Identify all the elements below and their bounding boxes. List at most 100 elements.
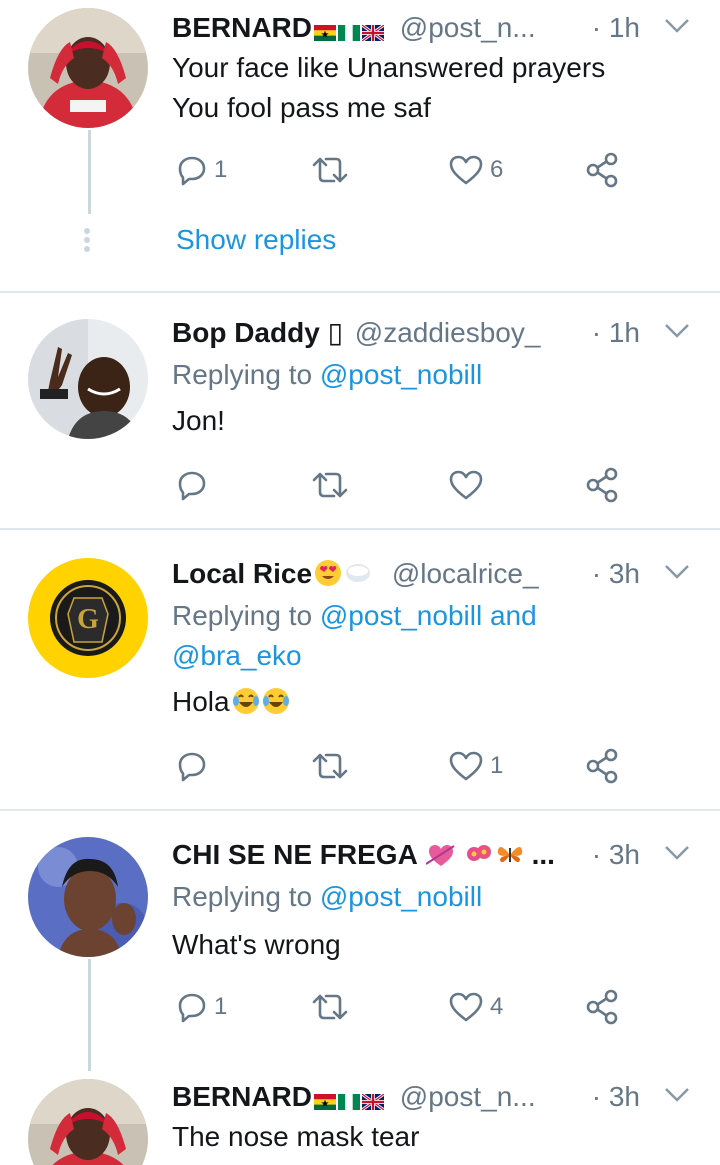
chevron-down-icon[interactable] <box>664 16 690 36</box>
chevron-down-icon[interactable] <box>664 1085 690 1105</box>
reply-icon <box>178 993 206 1023</box>
like-count: 1 <box>490 752 504 779</box>
chevron-down-icon[interactable] <box>664 321 690 341</box>
share-icon <box>586 152 618 188</box>
reply-icon <box>178 156 206 186</box>
reply-count: 1 <box>214 993 228 1020</box>
heart-arrow-emoji-icon <box>425 839 456 879</box>
share-button[interactable] <box>584 746 620 786</box>
like-button[interactable]: 4 <box>448 987 503 1027</box>
tweet-header: Local Rice @localrice_ · 3h <box>172 554 640 594</box>
like-button[interactable]: 6 <box>448 150 503 190</box>
show-replies-link[interactable]: Show replies <box>176 220 336 260</box>
svg-text:G: G <box>77 604 99 635</box>
replying-to-link[interactable]: @post_nobill <box>320 359 482 390</box>
retweet-icon <box>312 994 348 1020</box>
avatar[interactable] <box>28 837 148 957</box>
display-name[interactable]: Local Rice <box>172 558 312 589</box>
share-button[interactable] <box>584 150 620 190</box>
replying-to-label: Replying to <box>172 600 313 631</box>
display-name[interactable]: BERNARD <box>172 1081 312 1112</box>
butterfly-emoji-icon <box>496 839 524 879</box>
chevron-down-icon[interactable] <box>664 562 690 582</box>
tweet-text: The nose mask tear <box>172 1121 420 1152</box>
avatar[interactable]: G <box>28 558 148 678</box>
handle[interactable]: @post_n... <box>400 12 536 43</box>
timestamp: · 3h <box>591 1081 640 1112</box>
timestamp: · 1h <box>591 317 640 348</box>
like-count: 4 <box>490 993 504 1020</box>
replying-to-link-2[interactable]: @bra_eko <box>172 636 660 676</box>
tweet-1[interactable]: BERNARD @post_n... · 1h Your face like U… <box>0 0 720 292</box>
handle[interactable]: @post_n... <box>400 1081 536 1112</box>
tweet-5[interactable]: BERNARD @post_n... · 3h The nose mask te… <box>0 1071 720 1165</box>
reply-button[interactable] <box>176 465 208 505</box>
ghana-flag-icon <box>314 12 336 52</box>
reply-button[interactable]: 1 <box>176 987 227 1027</box>
reply-button[interactable] <box>176 746 208 786</box>
like-button[interactable]: 1 <box>448 746 503 786</box>
share-button[interactable] <box>584 987 620 1027</box>
ghana-flag-icon <box>314 1081 336 1121</box>
avatar[interactable] <box>28 8 148 128</box>
display-name[interactable]: Bop Daddy <box>172 317 320 348</box>
chevron-down-icon[interactable] <box>664 843 690 863</box>
retweet-button[interactable] <box>310 465 350 505</box>
tweet-actions: 1 <box>172 746 652 786</box>
share-icon <box>586 748 618 784</box>
reply-count: 1 <box>214 156 228 183</box>
like-count: 6 <box>490 156 504 183</box>
display-name[interactable]: BERNARD <box>172 12 312 43</box>
share-icon <box>586 989 618 1025</box>
uk-flag-icon <box>361 12 385 52</box>
flowers-emoji-icon <box>464 839 494 879</box>
tweet-header: Bop Daddy ▯ @zaddiesboy_ · 1h <box>172 313 640 353</box>
tweet-3[interactable]: G Local Rice @localrice_ · 3h Replying t… <box>0 530 720 810</box>
replying-to-link[interactable]: @post_nobill and <box>320 600 537 631</box>
uk-flag-icon <box>361 1081 385 1121</box>
tears-of-joy-emoji-icon <box>232 686 260 726</box>
display-name[interactable]: CHI SE NE FREGA <box>172 839 418 870</box>
nigeria-flag-icon <box>338 12 360 52</box>
retweet-button[interactable] <box>310 987 350 1027</box>
replying-to: Replying to @post_nobill and <box>172 596 660 636</box>
retweet-button[interactable] <box>310 746 350 786</box>
tweet-actions <box>172 465 652 505</box>
tweet-4[interactable]: CHI SE NE FREGA ... · 3h Replying to @po… <box>0 811 720 1071</box>
nigeria-flag-icon <box>338 1081 360 1121</box>
tweet-text: What's wrong <box>172 929 341 960</box>
tweet-text-body: Hola <box>172 686 230 717</box>
like-button[interactable] <box>448 465 484 505</box>
timestamp: · 1h <box>591 12 640 43</box>
tweet-actions: 1 6 <box>172 150 652 190</box>
avatar[interactable] <box>28 1079 148 1165</box>
like-icon <box>449 155 483 185</box>
like-icon <box>449 470 483 500</box>
tweet-actions: 1 4 <box>172 987 652 1027</box>
like-icon <box>449 751 483 781</box>
thread-line <box>88 959 91 1071</box>
thread-line <box>88 130 91 214</box>
avatar[interactable] <box>28 319 148 439</box>
name-suffix: ... <box>531 839 555 870</box>
replying-to: Replying to @post_nobill <box>172 877 660 917</box>
retweet-button[interactable] <box>310 150 350 190</box>
share-button[interactable] <box>584 465 620 505</box>
tears-of-joy-emoji-icon <box>262 686 290 726</box>
reply-button[interactable]: 1 <box>176 150 227 190</box>
tweet-header: CHI SE NE FREGA ... · 3h <box>172 835 640 875</box>
rice-emoji-icon <box>344 558 372 598</box>
handle[interactable]: @zaddiesboy_ <box>355 317 541 348</box>
replying-to-label: Replying to <box>172 359 313 390</box>
share-icon <box>586 467 618 503</box>
replying-to-link[interactable]: @post_nobill <box>320 881 482 912</box>
handle[interactable]: @localrice_ <box>392 558 539 589</box>
timestamp: · 3h <box>591 558 640 589</box>
tweet-text: Hola <box>172 682 660 726</box>
reply-icon <box>178 471 206 501</box>
tweet-2[interactable]: Bop Daddy ▯ @zaddiesboy_ · 1h Replying t… <box>0 293 720 529</box>
retweet-icon <box>312 472 348 498</box>
like-icon <box>449 992 483 1022</box>
timestamp: · 3h <box>591 839 640 870</box>
retweet-icon <box>312 753 348 779</box>
